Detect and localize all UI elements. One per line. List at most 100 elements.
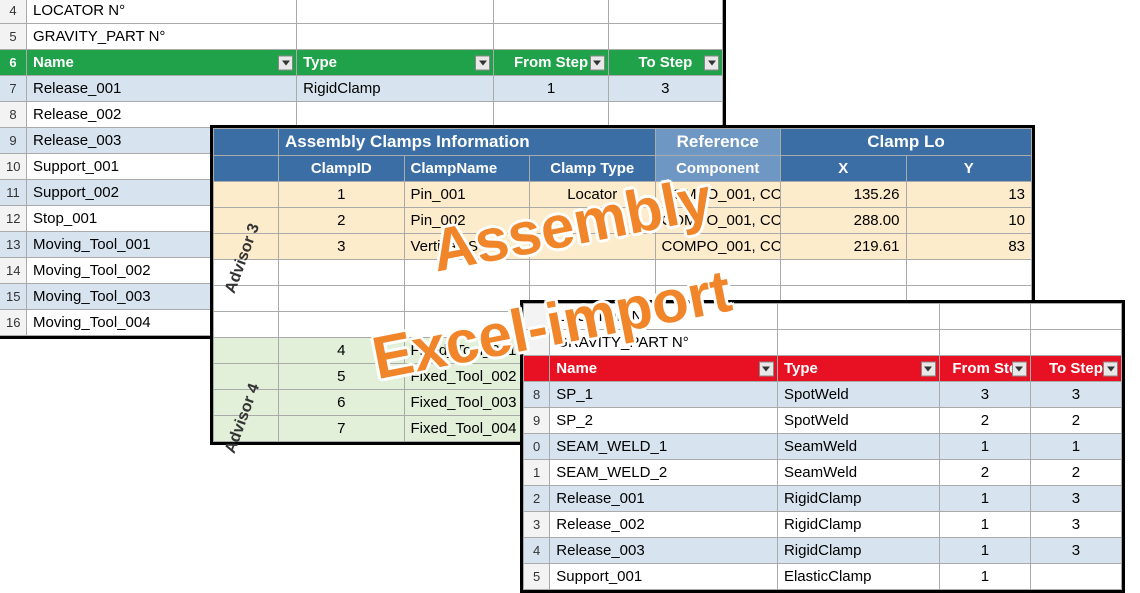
cell-x[interactable]: 288.00 [781, 208, 907, 234]
cell-clamptype[interactable] [530, 208, 656, 234]
col-component[interactable]: Component [655, 156, 781, 182]
cell-type[interactable]: RigidClamp [297, 76, 494, 102]
table-row[interactable]: 8SP_1SpotWeld33 [524, 382, 1122, 408]
cell-clampid[interactable]: 1 [279, 182, 405, 208]
col-y[interactable]: Y [906, 156, 1032, 182]
cell-to[interactable]: 3 [1030, 538, 1121, 564]
cell-to[interactable]: 3 [1030, 512, 1121, 538]
cell-y[interactable]: 10 [906, 208, 1032, 234]
cell-from[interactable]: 2 [939, 408, 1030, 434]
cell-to[interactable]: 3 [1030, 382, 1121, 408]
cell-name[interactable]: SEAM_WELD_1 [550, 434, 778, 460]
cell-clamptype[interactable] [530, 234, 656, 260]
cell-from[interactable]: 1 [939, 564, 1030, 590]
cell-from[interactable]: 1 [494, 76, 608, 102]
col-name[interactable]: Name [27, 50, 297, 76]
cell-clampid[interactable]: 2 [279, 208, 405, 234]
cell-to[interactable]: 2 [1030, 408, 1121, 434]
cell-from[interactable]: 1 [939, 434, 1030, 460]
table-row[interactable]: 4Release_003RigidClamp13 [524, 538, 1122, 564]
cell-clampname[interactable]: Vertical_S [404, 234, 530, 260]
cell-name[interactable]: SP_1 [550, 382, 778, 408]
col-type[interactable]: Type [297, 50, 494, 76]
filter-dropdown-icon[interactable] [590, 55, 605, 70]
cell-y[interactable]: 83 [906, 234, 1032, 260]
cell-name[interactable]: Release_002 [550, 512, 778, 538]
cell-from[interactable]: 3 [939, 382, 1030, 408]
cell-from[interactable]: 1 [939, 486, 1030, 512]
col-clamptype[interactable]: Clamp Type [530, 156, 656, 182]
cell-name[interactable]: Release_002 [27, 102, 297, 128]
col-x[interactable]: X [781, 156, 907, 182]
col-from-step[interactable]: From Step [494, 50, 608, 76]
filter-dropdown-icon[interactable] [921, 361, 936, 376]
cell-name[interactable]: SP_2 [550, 408, 778, 434]
cell-type[interactable]: SeamWeld [777, 434, 939, 460]
cell-from[interactable]: 1 [939, 512, 1030, 538]
cell-to[interactable]: 1 [1030, 434, 1121, 460]
table-row[interactable]: 1Pin_001LocatorCOMPO_001, COMPO_002135.2… [214, 182, 1032, 208]
cell-to[interactable]: 3 [608, 76, 722, 102]
cell-clampname[interactable]: Fixed_Tool_003 [404, 390, 530, 416]
cell-y[interactable]: 13 [906, 182, 1032, 208]
filter-dropdown-icon[interactable] [759, 361, 774, 376]
cell-name[interactable]: Support_001 [550, 564, 778, 590]
cell-to[interactable] [608, 102, 722, 128]
cell-clampname[interactable]: Pin_001 [404, 182, 530, 208]
cell-clampid[interactable]: 4 [279, 338, 405, 364]
cell-component[interactable]: COMPO_001, COMPO_002 [655, 208, 781, 234]
cell-from[interactable]: 1 [939, 538, 1030, 564]
filter-dropdown-icon[interactable] [1012, 361, 1027, 376]
table-row[interactable]: 9SP_2SpotWeld22 [524, 408, 1122, 434]
table-row[interactable]: 7Release_001RigidClamp13 [0, 76, 723, 102]
cell-name[interactable]: Release_001 [550, 486, 778, 512]
cell-type[interactable]: RigidClamp [777, 512, 939, 538]
table-row[interactable]: 2Release_001RigidClamp13 [524, 486, 1122, 512]
cell-from[interactable] [494, 102, 608, 128]
table-row[interactable]: 2Pin_002 COMPO_001, COMPO_002288.0010 [214, 208, 1032, 234]
cell-type[interactable] [297, 102, 494, 128]
cell-clampid[interactable]: 6 [279, 390, 405, 416]
cell-to[interactable]: 2 [1030, 460, 1121, 486]
cell-clampname[interactable]: Fixed_Tool_004 [404, 416, 530, 442]
cell-clampname[interactable]: Fixed_Tool_002 [404, 364, 530, 390]
cell-name[interactable]: SEAM_WELD_2 [550, 460, 778, 486]
cell-name[interactable]: Release_001 [27, 76, 297, 102]
filter-dropdown-icon[interactable] [704, 55, 719, 70]
cell-clamptype[interactable]: Locator [530, 182, 656, 208]
cell-x[interactable]: 135.26 [781, 182, 907, 208]
table-row[interactable]: 0SEAM_WELD_1SeamWeld11 [524, 434, 1122, 460]
cell-to[interactable] [1030, 564, 1121, 590]
table-row[interactable]: 1SEAM_WELD_2SeamWeld22 [524, 460, 1122, 486]
table-row[interactable]: 8Release_002 [0, 102, 723, 128]
cell-component[interactable]: COMPO_001, COMPO_002 [655, 182, 781, 208]
filter-dropdown-icon[interactable] [475, 55, 490, 70]
table-row[interactable]: 5Support_001ElasticClamp1 [524, 564, 1122, 590]
table-row[interactable]: 3Vertical_S COMPO_001, COMPO_002219.6183 [214, 234, 1032, 260]
col-to-step[interactable]: To Step [608, 50, 722, 76]
col-name[interactable]: Name [550, 356, 778, 382]
cell-name[interactable]: Release_003 [550, 538, 778, 564]
cell-type[interactable]: SpotWeld [777, 408, 939, 434]
col-type[interactable]: Type [777, 356, 939, 382]
cell-clampname[interactable]: Fixed_Tool_001 [404, 338, 530, 364]
table-row[interactable]: 3Release_002RigidClamp13 [524, 512, 1122, 538]
cell-from[interactable]: 2 [939, 460, 1030, 486]
cell-clampid[interactable]: 7 [279, 416, 405, 442]
col-clampname[interactable]: ClampName [404, 156, 530, 182]
cell-type[interactable]: RigidClamp [777, 538, 939, 564]
cell-x[interactable]: 219.61 [781, 234, 907, 260]
cell-clampname[interactable]: Pin_002 [404, 208, 530, 234]
cell-type[interactable]: RigidClamp [777, 486, 939, 512]
filter-dropdown-icon[interactable] [1103, 361, 1118, 376]
cell-type[interactable]: SpotWeld [777, 382, 939, 408]
cell-clampid[interactable]: 3 [279, 234, 405, 260]
cell-to[interactable]: 3 [1030, 486, 1121, 512]
col-from-step[interactable]: From Ste [939, 356, 1030, 382]
col-clampid[interactable]: ClampID [279, 156, 405, 182]
col-to-step[interactable]: To Step [1030, 356, 1121, 382]
cell-component[interactable]: COMPO_001, COMPO_002 [655, 234, 781, 260]
cell-type[interactable]: ElasticClamp [777, 564, 939, 590]
cell-type[interactable]: SeamWeld [777, 460, 939, 486]
filter-dropdown-icon[interactable] [278, 55, 293, 70]
